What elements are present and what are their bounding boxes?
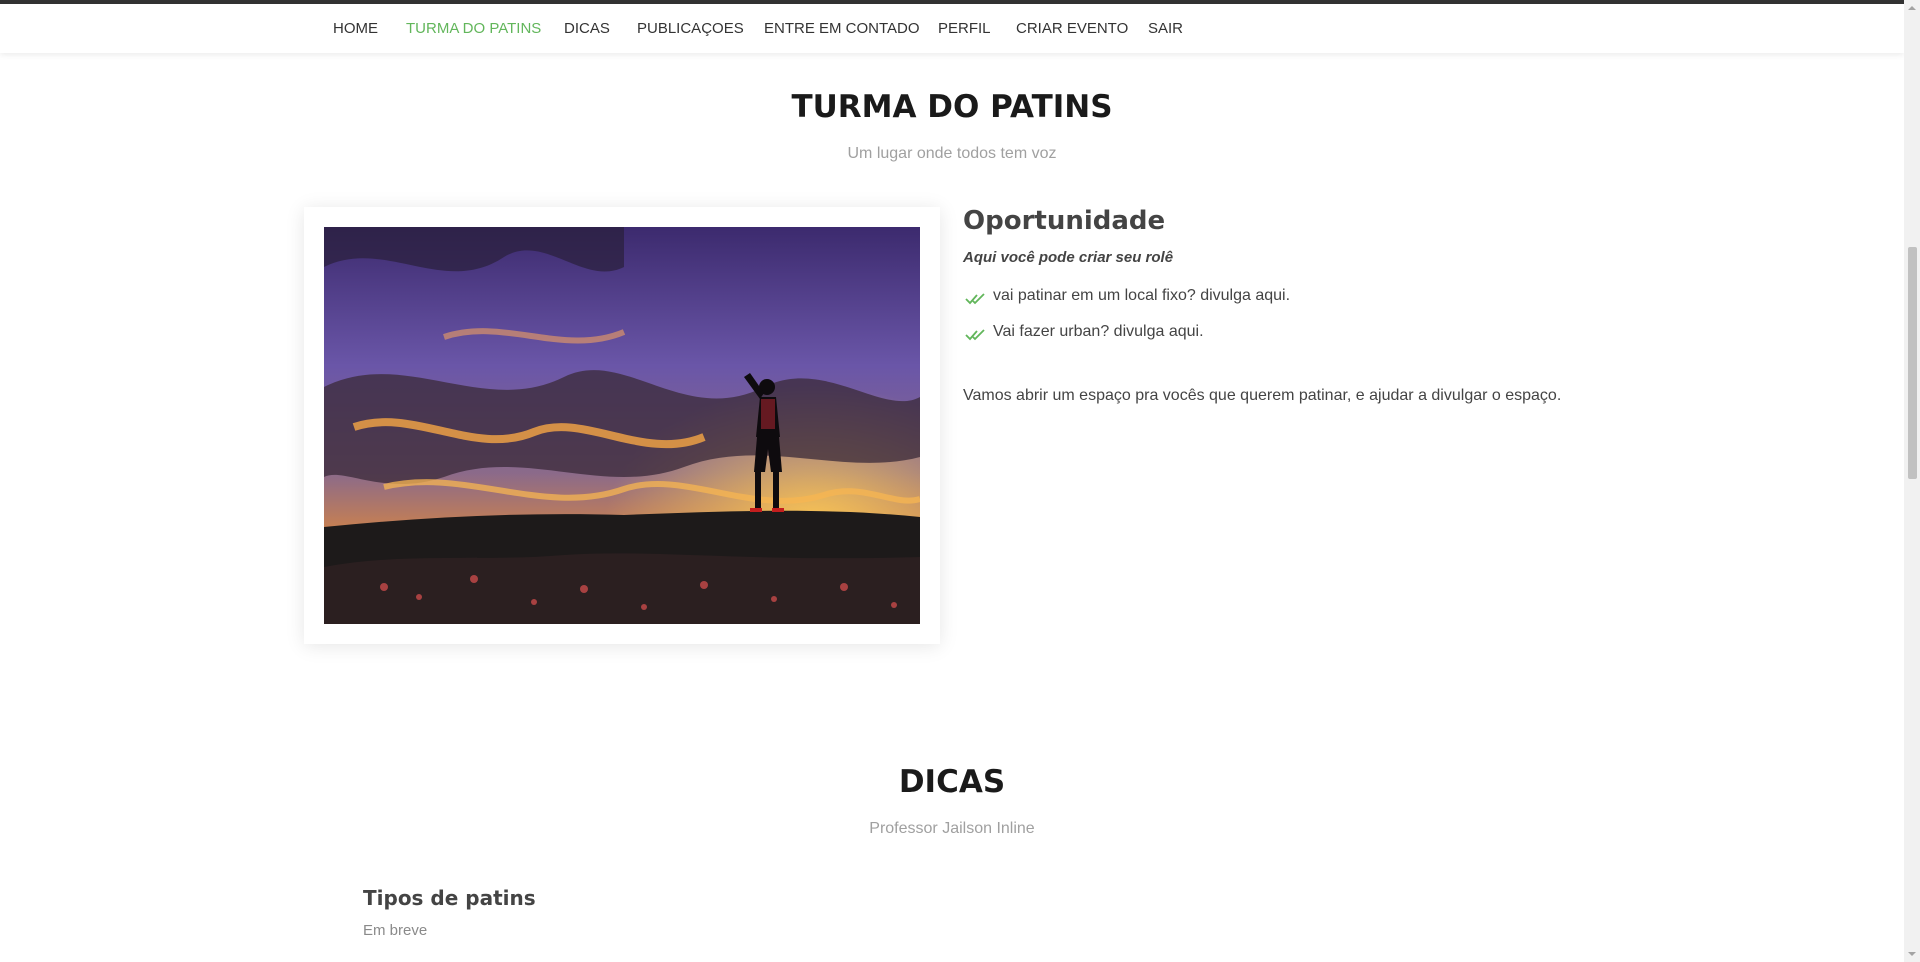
tips-section-subtitle: Professor Jailson Inline: [869, 820, 1035, 837]
nav-sair[interactable]: SAIR: [1148, 20, 1183, 37]
about-section-title: TURMA DO PATINS: [791, 89, 1113, 125]
double-check-icon: [965, 293, 985, 305]
main-navbar: HOME TURMA DO PATINS DICAS PUBLICAÇOES E…: [0, 4, 1904, 53]
nav-entre-em-contado[interactable]: ENTRE EM CONTADO: [764, 20, 920, 37]
about-heading: Oportunidade: [963, 206, 1166, 236]
nav-criar-evento[interactable]: CRIAR EVENTO: [1016, 20, 1128, 37]
tips-section-title: DICAS: [898, 764, 1006, 800]
nav-home[interactable]: HOME: [333, 20, 378, 37]
sunset-silhouette-photo: [324, 227, 920, 624]
about-image-card: [304, 207, 940, 644]
about-paragraph: Vamos abrir um espaço pra vocês que quer…: [963, 387, 1562, 404]
check-list-item-text: vai patinar em um local fixo? divulga aq…: [993, 287, 1291, 304]
check-list-item-text: Vai fazer urban? divulga aqui.: [993, 323, 1204, 340]
double-check-icon: [965, 329, 985, 341]
about-section-subtitle: Um lugar onde todos tem voz: [847, 145, 1057, 162]
nav-turma-do-patins[interactable]: TURMA DO PATINS: [406, 20, 541, 37]
scroll-down-arrow-icon[interactable]: [1904, 946, 1920, 962]
nav-perfil[interactable]: PERFIL: [938, 20, 991, 37]
about-lead-text: Aqui você pode criar seu rolê: [963, 249, 1174, 266]
tip-item-text: Em breve: [363, 922, 428, 939]
scrollbar-thumb[interactable]: [1908, 247, 1917, 479]
nav-publicacoes[interactable]: PUBLICAÇOES: [637, 20, 744, 37]
nav-dicas[interactable]: DICAS: [564, 20, 610, 37]
tip-item-title: Tipos de patins: [363, 886, 536, 910]
scroll-up-arrow-icon[interactable]: [1904, 0, 1920, 16]
vertical-scrollbar[interactable]: [1904, 0, 1920, 962]
